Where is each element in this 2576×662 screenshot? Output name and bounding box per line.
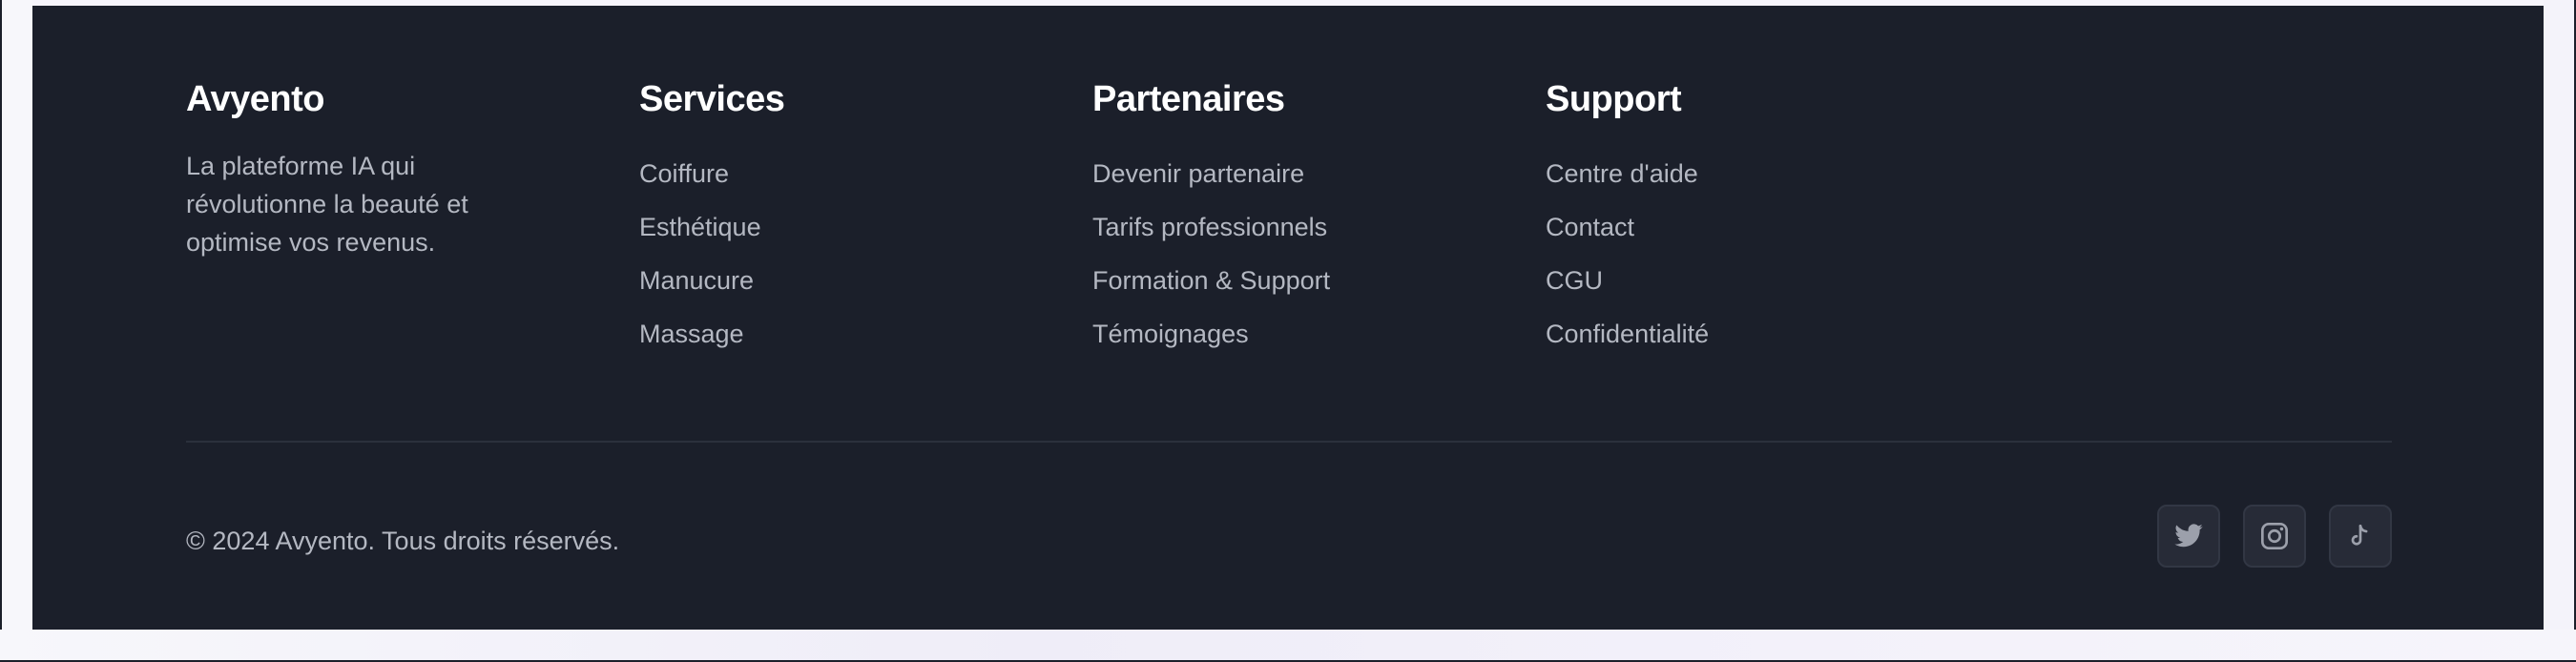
copyright-text: © 2024 Avyento. Tous droits réservés. (186, 527, 620, 555)
list-item: Esthétique (639, 200, 1092, 254)
link-coiffure[interactable]: Coiffure (639, 156, 729, 191)
footer-divider (186, 441, 2392, 443)
link-formation-support[interactable]: Formation & Support (1092, 263, 1330, 298)
link-centre-aide[interactable]: Centre d'aide (1546, 156, 1698, 191)
window-right-edge (2544, 0, 2576, 662)
footer-brand-column: Avyento La plateforme IA qui révolutionn… (186, 72, 639, 361)
list-item: Tarifs professionnels (1092, 200, 1546, 254)
window-bottom-edge (0, 630, 2576, 662)
brand-tagline: La plateforme IA qui révolutionne la bea… (186, 152, 468, 257)
link-confidentialite[interactable]: Confidentialité (1546, 317, 1709, 351)
link-contact[interactable]: Contact (1546, 210, 1634, 244)
page: Avyento La plateforme IA qui révolutionn… (0, 0, 2576, 662)
brand-name: Avyento (186, 79, 325, 119)
list-item: Coiffure (639, 147, 1092, 200)
footer-inner: Avyento La plateforme IA qui révolutionn… (186, 6, 2392, 630)
footer-column-support: Support Centre d'aide Contact CGU Confid… (1546, 72, 1999, 361)
list-item: Contact (1546, 200, 1999, 254)
list-item: Confidentialité (1546, 307, 1999, 361)
footer-column-partenaires: Partenaires Devenir partenaire Tarifs pr… (1092, 72, 1546, 361)
partenaires-links: Devenir partenaire Tarifs professionnels… (1092, 147, 1546, 361)
link-esthetique[interactable]: Esthétique (639, 210, 761, 244)
footer-columns: Avyento La plateforme IA qui révolutionn… (186, 72, 2392, 361)
list-item: Formation & Support (1092, 254, 1546, 307)
social-links (2157, 505, 2392, 568)
column-title-services: Services (639, 79, 785, 119)
twitter-button[interactable] (2157, 505, 2220, 568)
column-title-support: Support (1546, 79, 1682, 119)
link-tarifs-professionnels[interactable]: Tarifs professionnels (1092, 210, 1327, 244)
list-item: Centre d'aide (1546, 147, 1999, 200)
tiktok-icon (2345, 521, 2376, 551)
twitter-icon (2173, 521, 2204, 551)
instagram-button[interactable] (2243, 505, 2306, 568)
support-links: Centre d'aide Contact CGU Confidentialit… (1546, 147, 1999, 361)
tiktok-button[interactable] (2329, 505, 2392, 568)
list-item: Massage (639, 307, 1092, 361)
link-devenir-partenaire[interactable]: Devenir partenaire (1092, 156, 1304, 191)
link-temoignages[interactable]: Témoignages (1092, 317, 1249, 351)
list-item: Manucure (639, 254, 1092, 307)
instagram-icon (2259, 521, 2290, 551)
link-massage[interactable]: Massage (639, 317, 744, 351)
window-left-edge (0, 0, 32, 662)
link-manucure[interactable]: Manucure (639, 263, 754, 298)
services-links: Coiffure Esthétique Manucure Massage (639, 147, 1092, 361)
site-footer: Avyento La plateforme IA qui révolutionn… (32, 6, 2544, 630)
list-item: Devenir partenaire (1092, 147, 1546, 200)
list-item: Témoignages (1092, 307, 1546, 361)
link-cgu[interactable]: CGU (1546, 263, 1603, 298)
column-title-partenaires: Partenaires (1092, 79, 1285, 119)
footer-column-services: Services Coiffure Esthétique Manucure Ma… (639, 72, 1092, 361)
list-item: CGU (1546, 254, 1999, 307)
